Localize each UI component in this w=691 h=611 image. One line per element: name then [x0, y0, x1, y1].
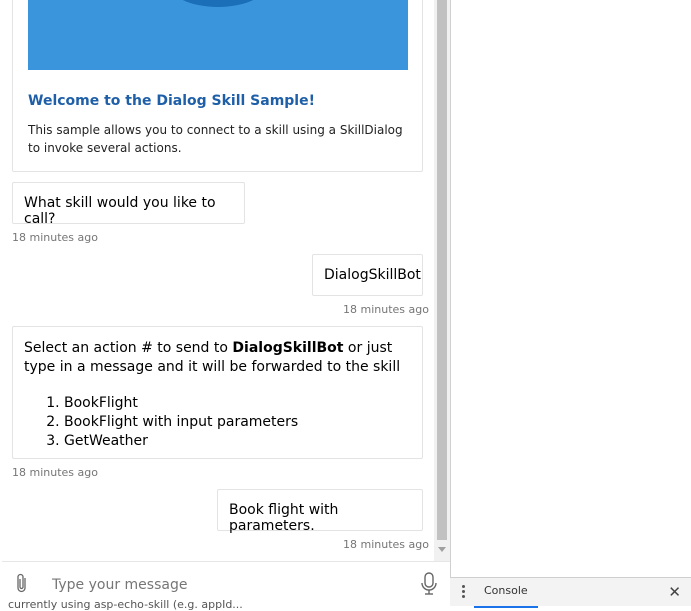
background-page-text: currently using asp-echo-skill (e.g. app…: [8, 598, 243, 611]
devtools-panel: [450, 0, 691, 577]
bot-action-list-bubble: Select an action # to send to DialogSkil…: [12, 326, 423, 459]
welcome-card: Welcome to the Dialog Skill Sample! This…: [12, 0, 423, 172]
action-prompt-text: Select an action # to send to DialogSkil…: [24, 339, 411, 377]
chat-transcript[interactable]: Welcome to the Dialog Skill Sample! This…: [2, 0, 434, 561]
devtools-drawer-bar: Console ✕: [450, 577, 691, 608]
card-title: Welcome to the Dialog Skill Sample!: [28, 93, 315, 109]
user-message-bubble: DialogSkillBot: [312, 254, 423, 296]
prompt-skill-name: DialogSkillBot: [232, 340, 344, 356]
close-icon[interactable]: ✕: [668, 583, 681, 601]
microphone-icon[interactable]: [420, 571, 438, 597]
action-option: GetWeather: [64, 432, 411, 451]
tab-console[interactable]: Console: [474, 578, 538, 608]
message-timestamp: 18 minutes ago: [12, 231, 98, 244]
scrollbar-thumb[interactable]: [437, 0, 447, 540]
message-timestamp: 18 minutes ago: [343, 303, 429, 316]
action-option: BookFlight: [64, 394, 411, 413]
message-input[interactable]: [50, 572, 414, 598]
more-options-icon[interactable]: [460, 584, 466, 600]
prompt-prefix: Select an action # to send to: [24, 340, 233, 356]
scroll-down-arrow-icon[interactable]: [438, 547, 446, 552]
card-body: This sample allows you to connect to a s…: [28, 123, 403, 155]
chat-scrollbar[interactable]: [434, 0, 450, 561]
paperclip-icon[interactable]: [12, 573, 32, 595]
bot-message-bubble: What skill would you like to call?: [12, 182, 245, 227]
message-timestamp: 18 minutes ago: [343, 538, 429, 551]
hero-image: [28, 0, 408, 70]
user-message-bubble: Book flight with parameters.: [217, 489, 423, 534]
message-timestamp: 18 minutes ago: [12, 466, 98, 479]
hero-logo-shape: [168, 0, 268, 7]
action-options-list: BookFlight BookFlight with input paramet…: [24, 394, 411, 451]
action-option: BookFlight with input parameters: [64, 413, 411, 432]
